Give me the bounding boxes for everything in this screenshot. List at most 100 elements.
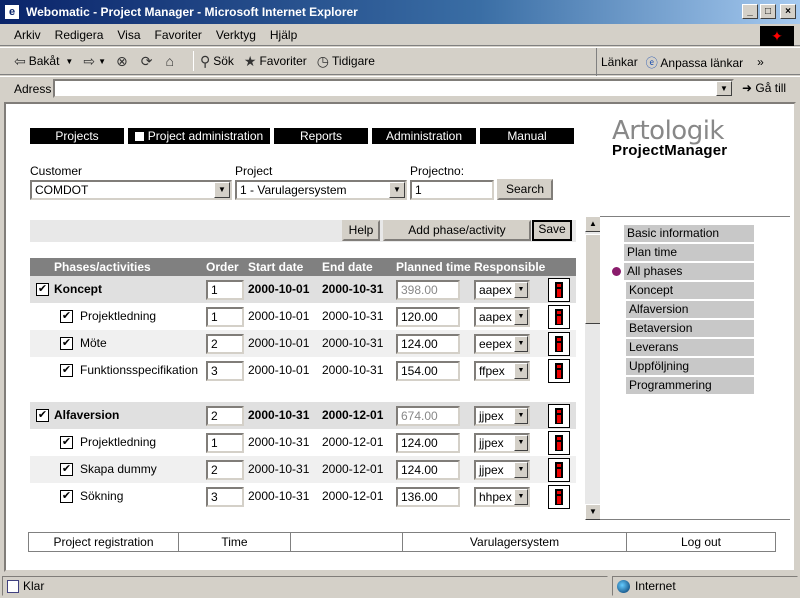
save-button[interactable]: Save xyxy=(532,220,572,241)
sidebar-item-all-phases[interactable]: All phases xyxy=(624,263,754,280)
nav-projects[interactable]: Projects xyxy=(30,128,124,144)
row-checkbox[interactable]: ✔ xyxy=(60,436,73,449)
nav-administration[interactable]: Administration xyxy=(372,128,476,144)
menu-redigera[interactable]: Redigera xyxy=(55,28,104,42)
nav-manual[interactable]: Manual xyxy=(480,128,574,144)
responsible-select[interactable]: aapex ▼ xyxy=(474,280,530,300)
search-button[interactable]: ⚲ Sök xyxy=(200,53,234,70)
footer-time[interactable]: Time xyxy=(179,533,291,551)
responsible-select[interactable]: aapex ▼ xyxy=(474,307,530,327)
menu-favoriter[interactable]: Favoriter xyxy=(155,28,202,42)
history-button[interactable]: ◷ Tidigare xyxy=(317,53,375,70)
search-button-page[interactable]: Search xyxy=(497,179,553,200)
go-button[interactable]: ➜ Gå till xyxy=(742,81,786,95)
activity-name: Möte xyxy=(80,336,107,350)
planned-time-input[interactable]: 124.00 xyxy=(396,433,460,453)
menu-hjalp[interactable]: Hjälp xyxy=(270,28,297,42)
planned-time-input[interactable]: 136.00 xyxy=(396,487,460,507)
page-content: Projects Project administration Reports … xyxy=(4,102,796,572)
footer-project-registration[interactable]: Project registration xyxy=(29,533,179,551)
responsible-select[interactable]: jjpex ▼ xyxy=(474,433,530,453)
nav-reports[interactable]: Reports xyxy=(274,128,368,144)
forward-button[interactable]: ⇨ ▼ xyxy=(83,53,106,70)
sidebar-item-alfaversion[interactable]: Alfaversion xyxy=(626,301,754,318)
order-input[interactable]: 1 xyxy=(206,307,244,327)
chevron-down-icon: ▼ xyxy=(514,489,528,505)
sidebar-item-betaversion[interactable]: Betaversion xyxy=(626,320,754,337)
planned-time-input[interactable]: 154.00 xyxy=(396,361,460,381)
end-date: 2000-10-31 xyxy=(322,309,384,323)
row-checkbox[interactable]: ✔ xyxy=(60,337,73,350)
row-checkbox[interactable]: ✔ xyxy=(60,490,73,503)
favorites-button[interactable]: ★ Favoriter xyxy=(244,53,307,70)
info-icon[interactable] xyxy=(548,485,570,509)
project-select[interactable]: 1 - Varulagersystem ▼ xyxy=(235,180,407,200)
order-input[interactable]: 1 xyxy=(206,280,244,300)
table-row: ✔ Skapa dummy 2 2000-10-31 2000-12-01 12… xyxy=(30,456,576,483)
row-checkbox[interactable]: ✔ xyxy=(60,310,73,323)
sidebar-item-koncept[interactable]: Koncept xyxy=(626,282,754,299)
info-icon[interactable] xyxy=(548,278,570,302)
responsible-select[interactable]: jjpex ▼ xyxy=(474,460,530,480)
footer-log-out[interactable]: Log out xyxy=(627,533,775,551)
row-checkbox[interactable]: ✔ xyxy=(36,283,49,296)
scroll-up-icon[interactable]: ▲ xyxy=(585,216,601,232)
ie-page-icon: e xyxy=(4,4,20,20)
menu-verktyg[interactable]: Verktyg xyxy=(216,28,256,42)
order-input[interactable]: 2 xyxy=(206,334,244,354)
add-phase-activity-button[interactable]: Add phase/activity xyxy=(383,220,531,241)
address-dropdown-button[interactable]: ▼ xyxy=(716,81,732,96)
sidebar-item-basic-information[interactable]: Basic information xyxy=(624,225,754,242)
order-input[interactable]: 3 xyxy=(206,487,244,507)
maximize-button[interactable]: □ xyxy=(760,4,776,19)
info-icon[interactable] xyxy=(548,305,570,329)
back-button[interactable]: ⇦ Bakåt ▼ xyxy=(14,53,73,70)
links-overflow-icon[interactable]: » xyxy=(757,55,764,69)
row-checkbox[interactable]: ✔ xyxy=(60,463,73,476)
refresh-button[interactable]: ⟳ xyxy=(141,53,156,70)
chevron-down-icon: ▼ xyxy=(514,408,528,424)
grid-scrollbar[interactable]: ▲ ▼ xyxy=(584,216,601,520)
scroll-thumb[interactable] xyxy=(585,234,601,324)
help-button[interactable]: Help xyxy=(342,220,380,241)
minimize-button[interactable]: _ xyxy=(742,4,758,19)
end-date: 2000-12-01 xyxy=(322,435,384,449)
order-input[interactable]: 2 xyxy=(206,406,244,426)
customize-links[interactable]: ⓔ Anpassa länkar xyxy=(646,54,743,71)
order-input[interactable]: 1 xyxy=(206,433,244,453)
nav-project-administration[interactable]: Project administration xyxy=(128,128,270,144)
menu-arkiv[interactable]: Arkiv xyxy=(14,28,41,42)
projectno-input[interactable]: 1 xyxy=(410,180,494,200)
row-checkbox[interactable]: ✔ xyxy=(60,364,73,377)
sidebar-item-programmering[interactable]: Programmering xyxy=(626,377,754,394)
sidebar-item-plan-time[interactable]: Plan time xyxy=(624,244,754,261)
info-icon[interactable] xyxy=(548,359,570,383)
address-input[interactable] xyxy=(53,79,734,98)
info-icon[interactable] xyxy=(548,458,570,482)
close-button[interactable]: × xyxy=(780,4,796,19)
responsible-select[interactable]: hhpex ▼ xyxy=(474,487,530,507)
scroll-down-icon[interactable]: ▼ xyxy=(585,504,601,520)
sidebar-item-leverans[interactable]: Leverans xyxy=(626,339,754,356)
planned-time-input[interactable]: 124.00 xyxy=(396,334,460,354)
info-icon[interactable] xyxy=(548,332,570,356)
row-checkbox[interactable]: ✔ xyxy=(36,409,49,422)
order-input[interactable]: 2 xyxy=(206,460,244,480)
home-button[interactable]: ⌂ xyxy=(165,53,176,69)
responsible-select[interactable]: jjpex ▼ xyxy=(474,406,530,426)
responsible-select[interactable]: eepex ▼ xyxy=(474,334,530,354)
planned-time-input: 674.00 xyxy=(396,406,460,426)
planned-time-input[interactable]: 124.00 xyxy=(396,460,460,480)
info-icon[interactable] xyxy=(548,431,570,455)
info-icon[interactable] xyxy=(548,404,570,428)
menu-visa[interactable]: Visa xyxy=(117,28,140,42)
address-bar: Adress ▼ ➜ Gå till xyxy=(0,76,800,100)
links-label[interactable]: Länkar xyxy=(601,55,638,69)
activity-name: Projektledning xyxy=(80,435,157,449)
order-input[interactable]: 3 xyxy=(206,361,244,381)
stop-button[interactable]: ⊗ xyxy=(116,53,131,70)
sidebar-item-uppfoljning[interactable]: Uppföljning xyxy=(626,358,754,375)
responsible-select[interactable]: ffpex ▼ xyxy=(474,361,530,381)
planned-time-input[interactable]: 120.00 xyxy=(396,307,460,327)
customer-select[interactable]: COMDOT ▼ xyxy=(30,180,232,200)
